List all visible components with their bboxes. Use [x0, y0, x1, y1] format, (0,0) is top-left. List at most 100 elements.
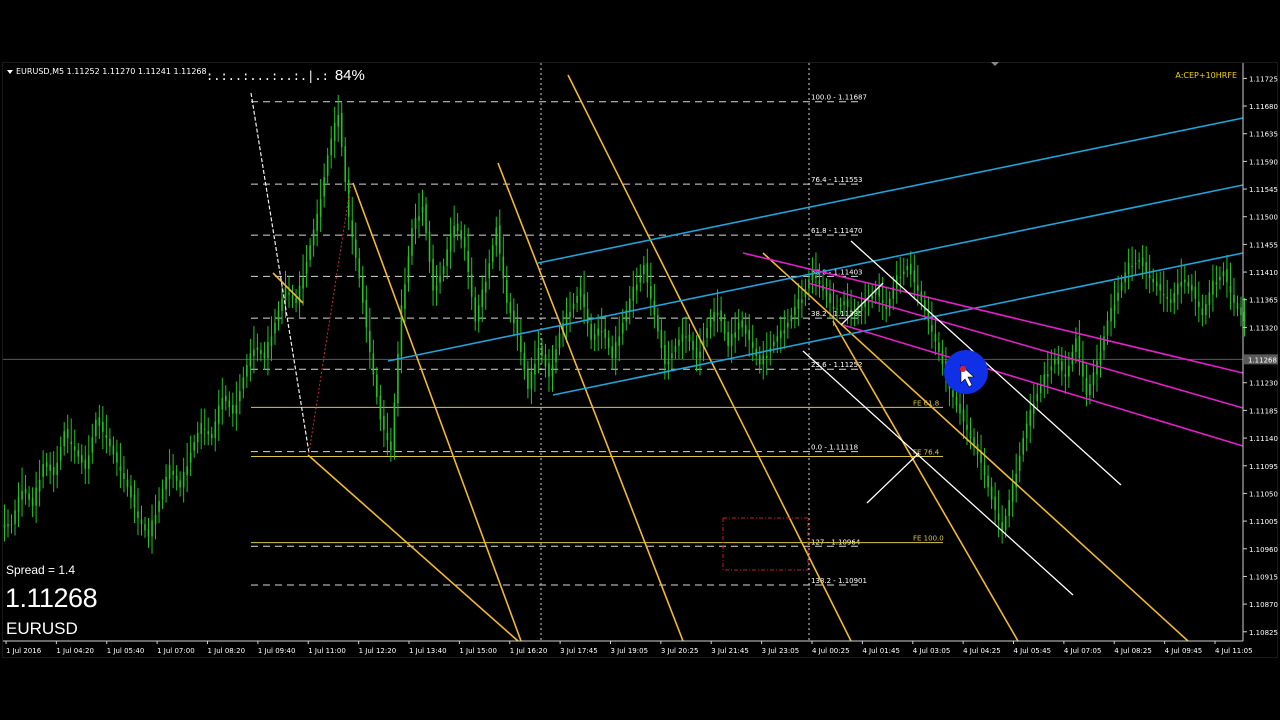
candle-body — [28, 493, 30, 500]
candle-body — [1001, 522, 1003, 531]
candle-body — [1106, 320, 1109, 336]
candle-body — [1036, 393, 1039, 402]
candle-body — [411, 228, 413, 256]
price-tick-label: 1.11725 — [1249, 75, 1278, 83]
candle-body — [351, 220, 354, 238]
time-tick-label: 4 Jul 11:05 — [1215, 647, 1253, 655]
candle-body — [801, 299, 803, 303]
candle-body — [614, 342, 617, 359]
candle-body — [713, 312, 715, 322]
candle-body — [1187, 282, 1190, 287]
candle-body — [24, 488, 27, 494]
candle-body — [137, 511, 139, 519]
candle-body — [952, 390, 954, 398]
candle-body — [421, 206, 424, 213]
candle-body — [909, 263, 912, 275]
candle-body — [544, 354, 547, 367]
candle-body — [1138, 259, 1140, 262]
candle-body — [1092, 372, 1095, 385]
candle-body — [253, 349, 255, 357]
price-tick-label: 1.11410 — [1249, 269, 1278, 277]
candle-body — [871, 295, 873, 299]
candle-body — [635, 284, 638, 291]
candle-body — [91, 437, 94, 453]
candle-body — [344, 146, 347, 182]
price-tick-label: 1.11590 — [1249, 158, 1278, 166]
candle-body — [305, 261, 308, 275]
candle-body — [590, 324, 592, 340]
candle-body — [1134, 263, 1137, 265]
candle-body — [7, 524, 9, 527]
candle-body — [955, 397, 958, 406]
candle-body — [797, 299, 800, 309]
candle-body — [878, 287, 880, 297]
candle-body — [126, 479, 129, 488]
candle-body — [281, 298, 283, 312]
candle-body — [1176, 283, 1179, 295]
candle-body — [994, 496, 996, 510]
price-tick-label: 1.11050 — [1249, 490, 1278, 498]
candle-body — [179, 480, 181, 488]
candle-body — [414, 217, 417, 230]
candle-body — [836, 308, 838, 310]
time-tick-label: 1 Jul 16:20 — [510, 647, 548, 655]
candle-body — [1198, 301, 1200, 307]
candle-body — [1054, 358, 1056, 365]
price-chart[interactable]: 100.0 - 1.11687 76.4 - 1.11553 61.8 - 1.11… — [3, 63, 1279, 659]
candle-body — [1236, 302, 1239, 309]
price-axis: 1.11725 1.11680 1.11635 1.11590 1.11545 1.115… — [1242, 63, 1278, 641]
candle-body — [196, 432, 199, 443]
candle-body — [790, 315, 793, 322]
candle-body — [354, 239, 357, 258]
spread-label: Spread = 1.4 — [6, 563, 76, 577]
candle-body — [639, 274, 642, 283]
candle-body — [618, 336, 621, 346]
candle-body — [597, 328, 599, 336]
candle-body — [537, 348, 540, 361]
candle-body — [709, 319, 712, 328]
candle-body — [660, 330, 663, 348]
candle-body — [337, 115, 340, 127]
time-tick-label: 3 Jul 17:45 — [560, 647, 598, 655]
time-tick-label: 1 Jul 15:00 — [459, 647, 497, 655]
candle-body — [66, 428, 69, 439]
candle-body — [783, 330, 786, 334]
candle-body — [200, 422, 203, 434]
candle-body — [228, 400, 231, 408]
candle-body — [586, 309, 589, 324]
chart-window[interactable]: EURUSD,M5 1.11252 1.11270 1.11241 1.1126… — [2, 62, 1278, 658]
current-price-display: 1.11268 — [5, 583, 98, 613]
price-tick-label: 1.11095 — [1249, 463, 1278, 471]
candle-body — [1064, 374, 1067, 377]
price-tick-label: 1.11545 — [1249, 186, 1278, 194]
price-tick-label: 1.10960 — [1249, 546, 1278, 554]
candle-body — [843, 301, 845, 305]
candle-body — [1008, 500, 1010, 516]
candle-body — [1022, 438, 1025, 455]
candle-body — [516, 319, 519, 334]
candle-body — [706, 328, 708, 338]
candle-body — [52, 467, 55, 475]
time-tick-label: 1 Jul 04:20 — [56, 647, 94, 655]
time-tick-label: 3 Jul 23:05 — [762, 647, 800, 655]
candle-body — [312, 229, 315, 246]
candle-body — [811, 269, 814, 281]
candle-body — [453, 225, 455, 238]
candle-body — [737, 322, 740, 330]
price-tick-label: 1.11635 — [1249, 131, 1278, 139]
candle-body — [165, 476, 167, 490]
candle-body — [63, 431, 66, 447]
time-tick-label: 4 Jul 07:05 — [1064, 647, 1102, 655]
candle-body — [931, 324, 933, 332]
price-tick-label: 1.11680 — [1249, 103, 1278, 111]
candle-body — [105, 434, 108, 439]
candle-body — [193, 442, 195, 451]
candle-body — [175, 475, 178, 482]
target-zone-box — [722, 517, 809, 571]
candle-body — [1173, 293, 1176, 303]
candle-body — [1180, 281, 1183, 287]
candle-body — [463, 237, 466, 248]
time-tick-label: 4 Jul 01:45 — [862, 647, 900, 655]
symbol-display: EURUSD — [6, 619, 78, 638]
candle-body — [481, 289, 484, 307]
